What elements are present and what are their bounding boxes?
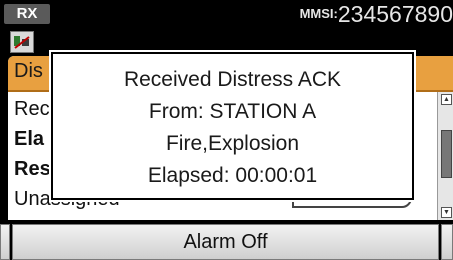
scroll-thumb[interactable] bbox=[441, 130, 452, 178]
dialog-title: Received Distress ACK bbox=[123, 68, 342, 91]
dialog-from: From: STATION A bbox=[148, 100, 317, 123]
radio-icon bbox=[10, 31, 34, 53]
mmsi-display: MMSI:234567890 bbox=[300, 1, 453, 27]
scroll-up-arrow-icon[interactable]: ▲ bbox=[441, 94, 452, 105]
dialog-elapsed: Elapsed: 00:00:01 bbox=[147, 164, 318, 187]
mmsi-value: 234567890 bbox=[337, 1, 453, 27]
scrollbar[interactable]: ▲ ▼ bbox=[437, 92, 453, 220]
alarm-off-button[interactable]: Alarm Off bbox=[12, 224, 439, 260]
background-row-received[interactable]: Rec bbox=[14, 98, 50, 121]
background-row-response[interactable]: Res bbox=[14, 158, 51, 181]
radio-screen: RX MMSI:234567890 Dis Rec Ela Res Unassi… bbox=[0, 0, 453, 260]
distress-ack-dialog: Received Distress ACK From: STATION A Fi… bbox=[49, 50, 416, 202]
scroll-down-arrow-icon[interactable]: ▼ bbox=[441, 207, 452, 218]
dialog-nature: Fire,Explosion bbox=[165, 132, 300, 155]
mmsi-label: MMSI: bbox=[299, 6, 338, 21]
softkey-left[interactable] bbox=[0, 224, 10, 260]
softkey-bar: Alarm Off bbox=[0, 224, 453, 260]
background-title: Dis bbox=[14, 60, 43, 82]
rx-indicator: RX bbox=[4, 4, 50, 24]
alarm-off-label: Alarm Off bbox=[183, 231, 268, 253]
background-row-elapsed[interactable]: Ela bbox=[14, 128, 44, 151]
softkey-right[interactable] bbox=[441, 224, 453, 260]
